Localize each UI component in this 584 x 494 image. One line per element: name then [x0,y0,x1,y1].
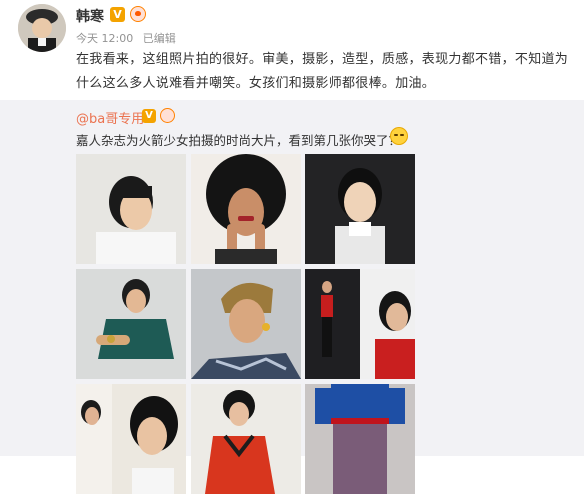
post-meta: 今天 12:00 已编辑 [76,30,182,46]
verified-badge-icon: V [142,109,156,123]
photo-thumbnail-2[interactable] [191,154,301,264]
reposted-content: @ba哥专用 V 嘉人杂志为火箭少女拍摄的时尚大片，看到第几张你哭了？ [0,100,584,494]
post-time[interactable]: 今天 12:00 [76,32,133,45]
original-author-link[interactable]: @ba哥专用 [76,108,144,127]
edited-label[interactable]: 已编辑 [143,32,176,45]
photo-thumbnail-7[interactable] [76,384,186,494]
photo-thumbnail-6[interactable] [305,269,415,379]
photo-thumbnail-9[interactable] [305,384,415,494]
post-author-name[interactable]: 韩寒 [76,6,104,26]
photo-thumbnail-4[interactable] [76,269,186,379]
weibo-post: 韩寒 V 今天 12:00 已编辑 在我看来，这组照片拍的很好。审美，摄影，造型… [0,0,584,100]
photo-thumbnail-1[interactable] [76,154,186,264]
photo-thumbnail-3[interactable] [305,154,415,264]
crying-emoji-icon [390,127,408,145]
repost-text: 嘉人杂志为火箭少女拍摄的时尚大片，看到第几张你哭了？ [76,133,402,148]
photo-thumbnail-8[interactable] [191,384,301,494]
verified-badge-icon: V [110,7,125,22]
fan-heart-icon [130,6,146,22]
fan-heart-icon [160,108,175,123]
post-text: 在我看来，这组照片拍的很好。审美，摄影，造型，质感，表现力都不错，不知道为什么这… [76,52,569,91]
photo-thumbnail-5[interactable] [191,269,301,379]
author-avatar[interactable] [18,4,66,52]
